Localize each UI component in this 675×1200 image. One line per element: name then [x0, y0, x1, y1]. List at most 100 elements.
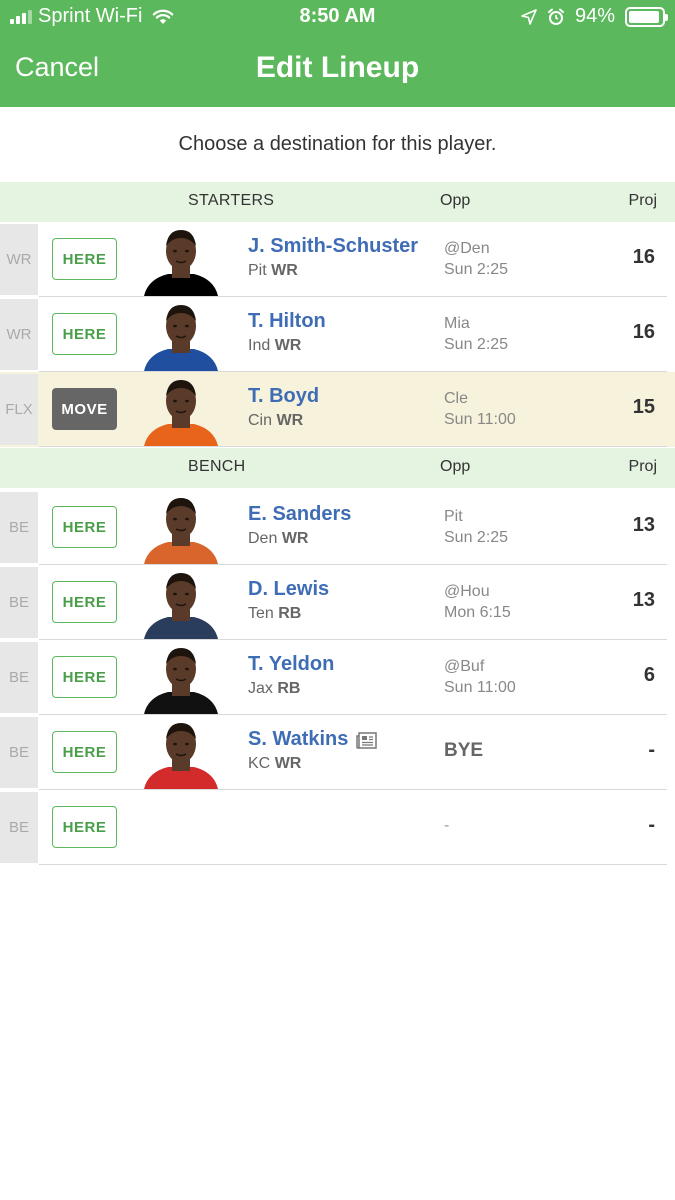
player-team: KC — [248, 755, 271, 772]
here-button[interactable]: HERE — [52, 656, 117, 698]
player-team: Den — [248, 530, 278, 547]
player-avatar — [140, 374, 222, 446]
cancel-button[interactable]: Cancel — [15, 52, 99, 83]
player-team-position: Cin WR — [248, 412, 303, 430]
player-team-position: Jax RB — [248, 680, 300, 698]
lineup-row: BE HERE S. Watkins KC WR BYE - — [0, 715, 675, 790]
slot-label: WR — [0, 299, 38, 370]
battery-icon — [625, 6, 668, 27]
slot-label: FLX — [0, 374, 38, 445]
lineup-row: BE HERE T. Yeldon Jax RB @Buf Sun 11:00 6 — [0, 640, 675, 715]
game-time: Sun 2:25 — [444, 261, 509, 278]
opponent: Mia — [444, 315, 470, 332]
game-time: Sun 2:25 — [444, 336, 509, 353]
player-team-position: Pit WR — [248, 262, 298, 280]
opponent: @Buf — [444, 658, 485, 675]
player-team: Cin — [248, 412, 273, 429]
player-avatar — [140, 642, 222, 714]
player-name-link[interactable]: J. Smith-Schuster — [248, 235, 418, 258]
player-name-link[interactable]: E. Sanders — [248, 503, 351, 526]
here-button[interactable]: HERE — [52, 238, 117, 280]
opponent: @Hou — [444, 583, 490, 600]
opponent-info: @Den Sun 2:25 — [444, 238, 508, 280]
game-time: Sun 2:25 — [444, 529, 509, 546]
player-avatar — [140, 224, 222, 296]
player-avatar — [140, 492, 222, 564]
player-position: WR — [274, 755, 302, 772]
opponent-info: Mia Sun 2:25 — [444, 313, 508, 355]
opponent-bye: BYE — [444, 740, 484, 761]
projected-points: 16 — [632, 246, 655, 268]
opp-column-header: Opp — [440, 192, 471, 209]
opponent: @Den — [444, 240, 490, 257]
here-button[interactable]: HERE — [52, 806, 117, 848]
player-team-position: Ind WR — [248, 337, 301, 355]
opponent-info: Pit Sun 2:25 — [444, 506, 508, 548]
slot-label: BE — [0, 642, 38, 713]
projected-points: 6 — [643, 664, 655, 686]
lineup-row: WR HERE T. Hilton Ind WR Mia Sun 2:25 16 — [0, 297, 675, 372]
slot-label: BE — [0, 567, 38, 638]
player-name-link[interactable]: T. Yeldon — [248, 653, 334, 676]
projected-points: 15 — [632, 396, 655, 418]
player-team: Ten — [248, 605, 274, 622]
opp-column-header: Opp — [440, 458, 471, 475]
slot-label: BE — [0, 717, 38, 788]
status-right: 94% — [521, 5, 668, 28]
player-team: Jax — [248, 680, 273, 697]
proj-column-header: Proj — [628, 192, 657, 209]
opponent-info: Cle Sun 11:00 — [444, 388, 516, 430]
news-icon[interactable] — [356, 732, 378, 750]
proj-column-header: Proj — [628, 458, 657, 475]
player-position: WR — [281, 530, 309, 547]
bench-section-header: BENCH Opp Proj — [0, 448, 675, 488]
player-team-position: Den WR — [248, 530, 308, 548]
opponent-info: @Buf Sun 11:00 — [444, 656, 516, 698]
player-position: WR — [271, 262, 298, 279]
lineup-row: BE HERE D. Lewis Ten RB @Hou Mon 6:15 13 — [0, 565, 675, 640]
row-divider — [39, 446, 667, 447]
here-button[interactable]: HERE — [52, 313, 117, 355]
slot-label: WR — [0, 224, 38, 295]
page-title: Edit Lineup — [255, 51, 420, 84]
row-divider — [39, 864, 667, 865]
nav-header: Sprint Wi-Fi 8:50 AM 94% Cancel Edit Lin… — [0, 0, 675, 107]
player-team-position: Ten RB — [248, 605, 301, 623]
here-button[interactable]: HERE — [52, 506, 117, 548]
slot-label: BE — [0, 792, 38, 863]
move-button[interactable]: MOVE — [52, 388, 117, 430]
player-team: Pit — [248, 262, 267, 279]
status-bar: Sprint Wi-Fi 8:50 AM 94% — [0, 0, 675, 34]
player-position: RB — [278, 605, 302, 622]
here-button[interactable]: HERE — [52, 731, 117, 773]
battery-percent: 94% — [574, 5, 615, 27]
player-avatar — [140, 299, 222, 371]
projected-points: 13 — [632, 514, 655, 536]
player-team-position: KC WR — [248, 755, 301, 773]
slot-label: BE — [0, 492, 38, 563]
starters-section-header: STARTERS Opp Proj — [0, 182, 675, 222]
opponent: - — [444, 817, 450, 834]
projected-points: 16 — [632, 321, 655, 343]
game-time: Sun 11:00 — [444, 411, 516, 428]
lineup-row: BE HERE E. Sanders Den WR Pit Sun 2:25 13 — [0, 490, 675, 565]
player-avatar — [140, 567, 222, 639]
starters-label: STARTERS — [188, 192, 275, 209]
player-position: RB — [277, 680, 301, 697]
opponent: Cle — [444, 390, 469, 407]
opponent-info: @Hou Mon 6:15 — [444, 581, 511, 623]
player-name-link[interactable]: D. Lewis — [248, 578, 329, 601]
opponent: Pit — [444, 508, 463, 525]
game-time: Mon 6:15 — [444, 604, 511, 621]
lineup-row: BE HERE - - — [0, 790, 675, 865]
projected-points: - — [648, 739, 655, 761]
here-button[interactable]: HERE — [52, 581, 117, 623]
alarm-clock-icon — [547, 8, 564, 25]
projected-points: - — [648, 814, 655, 836]
player-name-link[interactable]: T. Boyd — [248, 385, 319, 408]
lineup-row: FLX MOVE T. Boyd Cin WR Cle Sun 11:00 15 — [0, 372, 675, 447]
player-avatar — [140, 717, 222, 789]
player-name-link[interactable]: S. Watkins — [248, 728, 348, 751]
player-name-link[interactable]: T. Hilton — [248, 310, 326, 333]
location-arrow-icon — [521, 8, 537, 25]
